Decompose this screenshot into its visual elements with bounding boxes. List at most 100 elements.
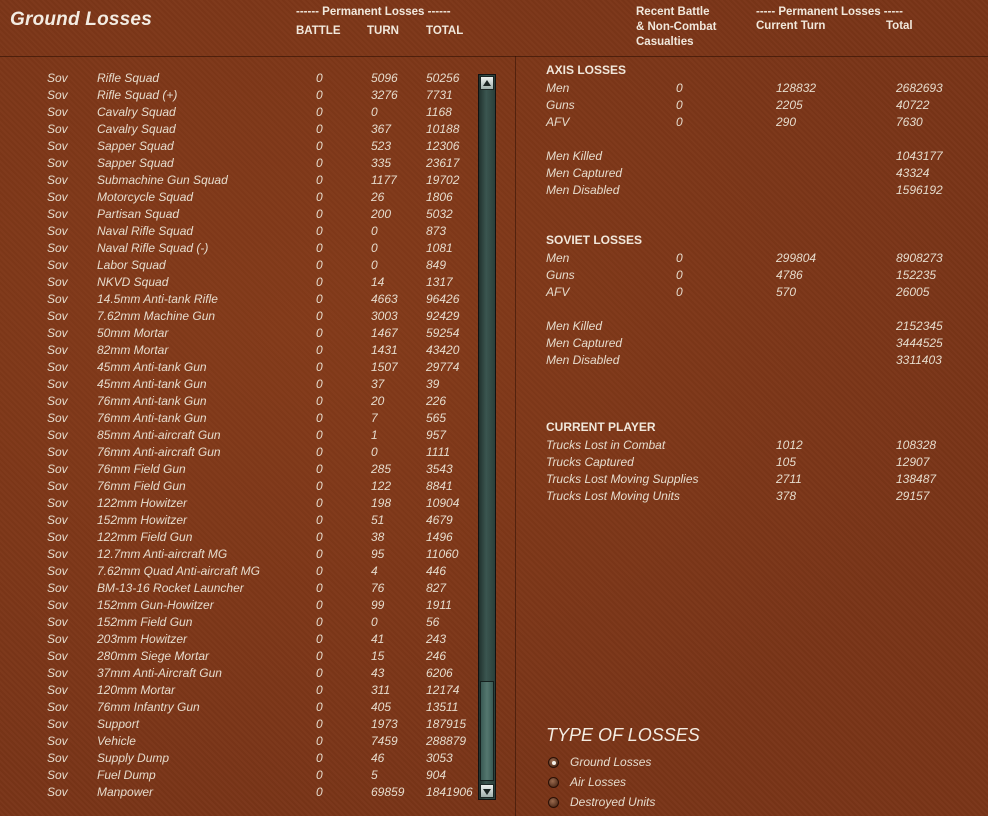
table-row[interactable]: Sov 85mm Anti-aircraft Gun 0 1 957 [0, 427, 478, 444]
unit-name-cell: 76mm Field Gun [97, 479, 186, 493]
total-cell: 904 [426, 768, 447, 782]
unit-name-cell: 82mm Mortar [97, 343, 169, 357]
table-row[interactable]: Sov 122mm Field Gun 0 38 1496 [0, 529, 478, 546]
scroll-up-button[interactable] [480, 76, 494, 90]
battle-cell: 0 [316, 360, 323, 374]
unit-losses-list[interactable]: Sov Rifle Squad 0 5096 50256 Sov Rifle Squad (… [0, 70, 478, 800]
nation-cell: Sov [47, 122, 68, 136]
nation-cell: Sov [47, 530, 68, 544]
table-row[interactable]: Sov 12.7mm Anti-aircraft MG 0 95 11060 [0, 546, 478, 563]
row-label: Men Captured [546, 166, 623, 180]
summary-row: Men Captured 3444525 [546, 335, 986, 352]
table-row[interactable]: Sov Cavalry Squad 0 367 10188 [0, 121, 478, 138]
scroll-thumb[interactable] [480, 681, 494, 781]
table-row[interactable]: Sov Sapper Squad 0 335 23617 [0, 155, 478, 172]
total-cell: 1081 [426, 241, 453, 255]
total-cell: 92429 [426, 309, 460, 323]
table-row[interactable]: Sov 14.5mm Anti-tank Rifle 0 4663 96426 [0, 291, 478, 308]
table-row[interactable]: Sov 76mm Field Gun 0 285 3543 [0, 461, 478, 478]
unit-name-cell: Support [97, 717, 140, 731]
turn-cell: 0 [371, 445, 378, 459]
table-row[interactable]: Sov 203mm Howitzer 0 41 243 [0, 631, 478, 648]
recent-cell: 0 [676, 268, 683, 282]
nation-cell: Sov [47, 190, 68, 204]
table-row[interactable]: Sov Support 0 1973 187915 [0, 716, 478, 733]
battle-cell: 0 [316, 224, 323, 238]
recent-header-line: Recent Battle [636, 6, 710, 18]
table-row[interactable]: Sov 120mm Mortar 0 311 12174 [0, 682, 478, 699]
table-row[interactable]: Sov 76mm Anti-tank Gun 0 20 226 [0, 393, 478, 410]
radio-button-icon[interactable] [548, 757, 559, 768]
table-row[interactable]: Sov 152mm Field Gun 0 0 56 [0, 614, 478, 631]
current-turn-cell: 4786 [776, 268, 803, 282]
loss-type-label: Air Losses [570, 775, 627, 789]
total-cell: 3543 [426, 462, 453, 476]
total-cell: 7731 [426, 88, 453, 102]
table-row[interactable]: Sov Sapper Squad 0 523 12306 [0, 138, 478, 155]
table-row[interactable]: Sov 45mm Anti-tank Gun 0 37 39 [0, 376, 478, 393]
total-cell: 3311403 [896, 353, 942, 367]
battle-cell: 0 [316, 88, 323, 102]
table-row[interactable]: Sov 122mm Howitzer 0 198 10904 [0, 495, 478, 512]
table-row[interactable]: Sov Rifle Squad (+) 0 3276 7731 [0, 87, 478, 104]
turn-cell: 311 [371, 683, 391, 697]
table-row[interactable]: Sov Cavalry Squad 0 0 1168 [0, 104, 478, 121]
table-row[interactable]: Sov Labor Squad 0 0 849 [0, 257, 478, 274]
unit-name-cell: 76mm Anti-tank Gun [97, 411, 207, 425]
table-row[interactable]: Sov Supply Dump 0 46 3053 [0, 750, 478, 767]
unit-list-scrollbar[interactable] [478, 74, 496, 800]
table-row[interactable]: Sov Vehicle 0 7459 288879 [0, 733, 478, 750]
table-row[interactable]: Sov Submachine Gun Squad 0 1177 19702 [0, 172, 478, 189]
table-row[interactable]: Sov Naval Rifle Squad (-) 0 0 1081 [0, 240, 478, 257]
table-row[interactable]: Sov 7.62mm Quad Anti-aircraft MG 0 4 446 [0, 563, 478, 580]
table-row[interactable]: Sov 50mm Mortar 0 1467 59254 [0, 325, 478, 342]
turn-cell: 15 [371, 649, 385, 663]
radio-button-icon[interactable] [548, 777, 559, 788]
nation-cell: Sov [47, 71, 68, 85]
table-row[interactable]: Sov 82mm Mortar 0 1431 43420 [0, 342, 478, 359]
turn-cell: 41 [371, 632, 385, 646]
table-row[interactable]: Sov 76mm Anti-tank Gun 0 7 565 [0, 410, 478, 427]
table-row[interactable]: Sov Partisan Squad 0 200 5032 [0, 206, 478, 223]
radio-button-icon[interactable] [548, 797, 559, 808]
table-row[interactable]: Sov Motorcycle Squad 0 26 1806 [0, 189, 478, 206]
unit-name-cell: 76mm Anti-aircraft Gun [97, 445, 221, 459]
table-row[interactable]: Sov Fuel Dump 0 5 904 [0, 767, 478, 784]
recent-header-line: & Non-Combat [636, 21, 717, 33]
total-cell: 957 [426, 428, 447, 442]
table-row[interactable]: Sov 76mm Field Gun 0 122 8841 [0, 478, 478, 495]
table-row[interactable]: Sov 152mm Gun-Howitzer 0 99 1911 [0, 597, 478, 614]
row-label: Men Killed [546, 319, 603, 333]
page-title: Ground Losses [10, 9, 152, 30]
turn-cell: 200 [371, 207, 392, 221]
table-row[interactable]: Sov 7.62mm Machine Gun 0 3003 92429 [0, 308, 478, 325]
table-row[interactable]: Sov NKVD Squad 0 14 1317 [0, 274, 478, 291]
table-row[interactable]: Sov Rifle Squad 0 5096 50256 [0, 70, 478, 87]
table-row[interactable]: Sov 280mm Siege Mortar 0 15 246 [0, 648, 478, 665]
table-row[interactable]: Sov Naval Rifle Squad 0 0 873 [0, 223, 478, 240]
table-row[interactable]: Sov 37mm Anti-Aircraft Gun 0 43 6206 [0, 665, 478, 682]
scroll-down-button[interactable] [480, 784, 494, 798]
table-row[interactable]: Sov BM-13-16 Rocket Launcher 0 76 827 [0, 580, 478, 597]
summary-row: Trucks Lost Moving Units 378 29157 [546, 488, 986, 505]
turn-cell: 1177 [371, 173, 397, 187]
battle-cell: 0 [316, 241, 323, 255]
unit-name-cell: 85mm Anti-aircraft Gun [97, 428, 221, 442]
battle-cell: 0 [316, 258, 323, 272]
loss-type-label: Ground Losses [570, 755, 652, 769]
table-row[interactable]: Sov 76mm Infantry Gun 0 405 13511 [0, 699, 478, 716]
row-label: Trucks Lost Moving Supplies [546, 472, 699, 486]
table-row[interactable]: Sov 76mm Anti-aircraft Gun 0 0 1111 [0, 444, 478, 461]
total-cell: 96426 [426, 292, 460, 306]
table-row[interactable]: Sov 152mm Howitzer 0 51 4679 [0, 512, 478, 529]
battle-cell: 0 [316, 496, 323, 510]
row-label: Trucks Lost in Combat [546, 438, 666, 452]
battle-cell: 0 [316, 428, 323, 442]
battle-cell: 0 [316, 479, 323, 493]
table-row[interactable]: Sov 45mm Anti-tank Gun 0 1507 29774 [0, 359, 478, 376]
turn-cell: 5096 [371, 71, 398, 85]
unit-name-cell: Rifle Squad (+) [97, 88, 178, 102]
table-row[interactable]: Sov Manpower 0 69859 1841906 [0, 784, 478, 800]
row-label: Guns [546, 98, 575, 112]
total-cell: 59254 [426, 326, 460, 340]
